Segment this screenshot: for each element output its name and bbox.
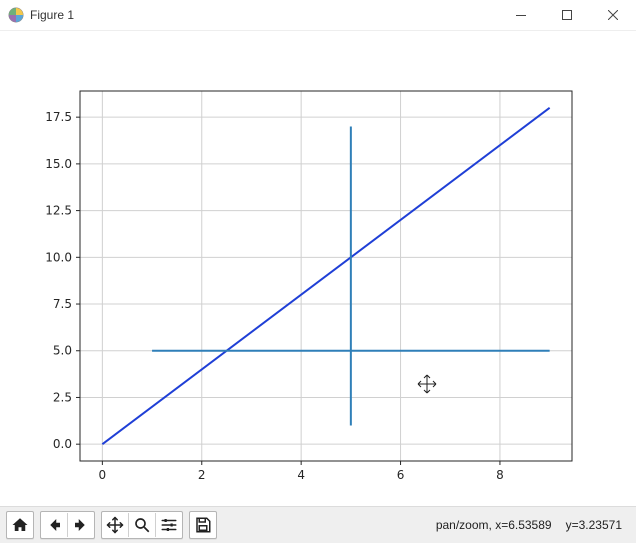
ytick-label: 10.0 [45, 250, 72, 264]
window-minimize-button[interactable] [498, 0, 544, 30]
plot-canvas[interactable]: 0 2 4 6 8 0.0 2.5 5.0 7.5 10.0 12.5 15.0 17.5 [0, 31, 636, 506]
xtick-label: 2 [198, 468, 206, 482]
configure-subplots-button[interactable] [156, 513, 182, 537]
status-y-label: y= [566, 518, 579, 532]
ytick-label: 15.0 [45, 157, 72, 171]
status-x-value: 6.53589 [508, 518, 551, 532]
zoom-button[interactable] [129, 513, 156, 537]
window-titlebar: Figure 1 [0, 0, 636, 31]
status-mode: pan/zoom, [436, 518, 495, 532]
back-button[interactable] [41, 513, 68, 537]
xtick-label: 0 [99, 468, 107, 482]
ytick-label: 12.5 [45, 204, 72, 218]
ytick-label: 2.5 [53, 390, 72, 404]
navigation-toolbar: pan/zoom, x=6.53589 y=3.23571 [0, 506, 636, 543]
xtick-label: 8 [496, 468, 504, 482]
status-text: pan/zoom, x=6.53589 y=3.23571 [416, 504, 630, 543]
app-icon [8, 7, 24, 23]
xtick-label: 6 [397, 468, 405, 482]
ytick-label: 17.5 [45, 110, 72, 124]
matplotlib-figure-window: Figure 1 0 2 4 6 8 0.0 2.5 5.0 7.5 10.0 12.5 15.0 17… [0, 0, 636, 543]
home-button[interactable] [7, 513, 33, 537]
xtick-label: 4 [297, 468, 305, 482]
window-close-button[interactable] [590, 0, 636, 30]
window-maximize-button[interactable] [544, 0, 590, 30]
series-line [102, 108, 549, 444]
status-y-value: 3.23571 [579, 518, 622, 532]
ytick-label: 7.5 [53, 297, 72, 311]
status-x-label: x= [495, 518, 508, 532]
ytick-label: 5.0 [53, 344, 72, 358]
forward-button[interactable] [68, 513, 94, 537]
pan-button[interactable] [102, 513, 129, 537]
window-title: Figure 1 [30, 8, 74, 22]
ytick-label: 0.0 [53, 437, 72, 451]
save-button[interactable] [190, 513, 216, 537]
